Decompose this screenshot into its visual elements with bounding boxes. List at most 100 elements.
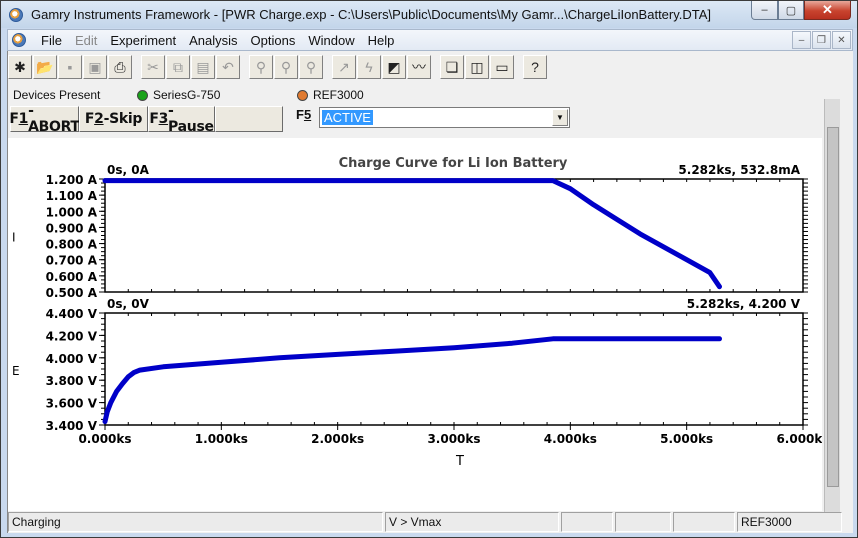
probe-remove-icon: ⚲ bbox=[305, 58, 317, 75]
x-tick-label: 2.000ks bbox=[311, 432, 364, 446]
probe-add-icon: ⚲ bbox=[280, 58, 292, 75]
gamry-app-icon bbox=[9, 8, 23, 22]
x-tick-label: 3.000ks bbox=[427, 432, 480, 446]
y-tick-label: 1.000 A bbox=[46, 205, 98, 219]
status-cell bbox=[561, 512, 613, 532]
toolbar: ✱ 📂 ▪ ▣ ⎙ ✂ ⧉ ▤ ↶ ⚲ ⚲ ⚲ ↗ ϟ ◩ 〰 ❏ ◫ ▭? bbox=[8, 53, 548, 81]
probe-query-button[interactable]: ⚲ bbox=[249, 55, 273, 79]
x-tick-label: 6.000ks bbox=[776, 432, 822, 446]
y-tick-label: 0.900 A bbox=[46, 221, 98, 235]
save-all-icon: ▣ bbox=[88, 58, 102, 75]
chart-icon: 〰 bbox=[412, 59, 426, 75]
empty-fkey-button[interactable] bbox=[215, 106, 283, 132]
f2-button[interactable]: F 2 -Skip bbox=[79, 106, 148, 132]
function-key-bar: F 1 -ABORT F 2 -Skip F 3 -Pause bbox=[9, 103, 283, 135]
dropdown-arrow-icon[interactable]: ▼ bbox=[552, 109, 568, 126]
vertical-scrollbar[interactable] bbox=[824, 99, 840, 517]
y-tick-label: 1.100 A bbox=[46, 189, 98, 203]
paste-button[interactable]: ▤ bbox=[191, 55, 215, 79]
maximize-button[interactable]: ▢ bbox=[778, 1, 804, 20]
series-e-line bbox=[102, 336, 722, 425]
y-tick-label: 1.200 A bbox=[46, 173, 98, 187]
print-button[interactable]: ⎙ bbox=[108, 55, 132, 79]
status-bar: Charging V > Vmax REF3000 bbox=[8, 512, 854, 533]
menu-help[interactable]: Help bbox=[368, 33, 395, 48]
help-button[interactable]: ? bbox=[523, 55, 547, 79]
analysis-icon: ◩ bbox=[387, 58, 401, 75]
scrollbar-thumb[interactable] bbox=[827, 127, 839, 487]
devices-present-bar: Devices Present SeriesG-750 REF3000 bbox=[8, 85, 854, 105]
status-cell: V > Vmax bbox=[385, 512, 559, 532]
menu-experiment[interactable]: Experiment bbox=[110, 33, 176, 48]
f3-button[interactable]: F 3 -Pause bbox=[148, 103, 215, 135]
child-restore-button[interactable]: ❐ bbox=[812, 31, 831, 49]
menu-options[interactable]: Options bbox=[251, 33, 296, 48]
close-button[interactable]: ✕ bbox=[804, 1, 851, 20]
device-name: SeriesG-750 bbox=[153, 88, 221, 102]
f5-selected-value: ACTIVE bbox=[322, 110, 373, 125]
cut-button[interactable]: ✂ bbox=[141, 55, 165, 79]
analysis-button[interactable]: ◩ bbox=[382, 55, 406, 79]
y-axis-label: I bbox=[12, 231, 16, 245]
y-tick-label: 4.200 V bbox=[46, 329, 98, 343]
x-tick-label: 1.000ks bbox=[195, 432, 248, 446]
series-i-line bbox=[102, 178, 722, 290]
open-folder-icon: 📂 bbox=[36, 58, 54, 75]
device-name: REF3000 bbox=[313, 88, 364, 102]
menu-edit[interactable]: Edit bbox=[75, 33, 97, 48]
f5-label: F5 bbox=[296, 107, 312, 122]
lightning-button[interactable]: ϟ bbox=[357, 55, 381, 79]
minimize-button[interactable]: – bbox=[751, 1, 778, 20]
cursor-tool-button[interactable]: ↗ bbox=[332, 55, 356, 79]
document-system-menu-icon[interactable] bbox=[12, 33, 26, 47]
menu-file[interactable]: File bbox=[41, 33, 62, 48]
copy-icon: ⧉ bbox=[173, 58, 183, 75]
chart-panel: Charge Curve for Li Ion Battery 0.500 A 0.… bbox=[8, 138, 830, 511]
new-file-button[interactable]: ✱ bbox=[8, 55, 32, 79]
chart-button[interactable]: 〰 bbox=[407, 55, 431, 79]
device-status-icon bbox=[137, 89, 148, 101]
plot-frame bbox=[104, 312, 804, 426]
tile-windows-button[interactable]: ◫ bbox=[465, 55, 489, 79]
y-tick-label: 3.800 V bbox=[46, 374, 98, 388]
undo-button[interactable]: ↶ bbox=[216, 55, 240, 79]
cut-icon: ✂ bbox=[147, 58, 159, 75]
save-button[interactable]: ▪ bbox=[58, 55, 82, 79]
cascade-windows-button[interactable]: ❏ bbox=[440, 55, 464, 79]
help-icon: ? bbox=[531, 59, 539, 75]
y-tick-label: 3.400 V bbox=[46, 419, 98, 433]
arrange-windows-icon: ▭ bbox=[495, 58, 509, 75]
probe-remove-button[interactable]: ⚲ bbox=[299, 55, 323, 79]
menu-analysis[interactable]: Analysis bbox=[189, 33, 237, 48]
lightning-icon: ϟ bbox=[365, 59, 373, 75]
status-cell bbox=[673, 512, 735, 532]
probe-query-icon: ⚲ bbox=[255, 58, 267, 75]
arrange-windows-button[interactable]: ▭ bbox=[490, 55, 514, 79]
app-window: Gamry Instruments Framework - [PWR Charg… bbox=[0, 0, 858, 538]
document-area: ✱ 📂 ▪ ▣ ⎙ ✂ ⧉ ▤ ↶ ⚲ ⚲ ⚲ ↗ ϟ ◩ 〰 ❏ ◫ ▭? Devices Present Ser… bbox=[7, 51, 853, 533]
y-tick-label: 3.600 V bbox=[46, 397, 98, 411]
menu-window[interactable]: Window bbox=[308, 33, 354, 48]
corner-label-right: 5.282ks, 532.8mA bbox=[678, 163, 800, 177]
status-cell: REF3000 bbox=[737, 512, 842, 532]
y-tick-label: 0.600 A bbox=[46, 270, 98, 284]
probe-add-button[interactable]: ⚲ bbox=[274, 55, 298, 79]
undo-icon: ↶ bbox=[222, 58, 234, 75]
corner-label-left: 0s, 0V bbox=[107, 297, 150, 311]
copy-button[interactable]: ⧉ bbox=[166, 55, 190, 79]
y-tick-label: 4.400 V bbox=[46, 307, 98, 321]
open-folder-button[interactable]: 📂 bbox=[33, 55, 57, 79]
f5-state-dropdown[interactable]: ACTIVE ▼ bbox=[319, 107, 570, 128]
save-icon: ▪ bbox=[67, 59, 73, 75]
child-minimize-button[interactable]: – bbox=[792, 31, 811, 49]
f1-button[interactable]: F 1 -ABORT bbox=[9, 103, 80, 135]
menu-bar: File Edit Experiment Analysis Options Window H… bbox=[7, 29, 853, 51]
charge-curve-chart: Charge Curve for Li Ion Battery 0.500 A 0.… bbox=[12, 156, 830, 469]
save-all-button[interactable]: ▣ bbox=[83, 55, 107, 79]
y-tick-label: 0.700 A bbox=[46, 254, 98, 268]
paste-icon: ▤ bbox=[196, 58, 210, 75]
chart-title: Charge Curve for Li Ion Battery bbox=[339, 156, 568, 171]
device-ref3000: REF3000 bbox=[297, 88, 364, 102]
child-close-button[interactable]: ✕ bbox=[832, 31, 851, 49]
status-cell bbox=[615, 512, 671, 532]
